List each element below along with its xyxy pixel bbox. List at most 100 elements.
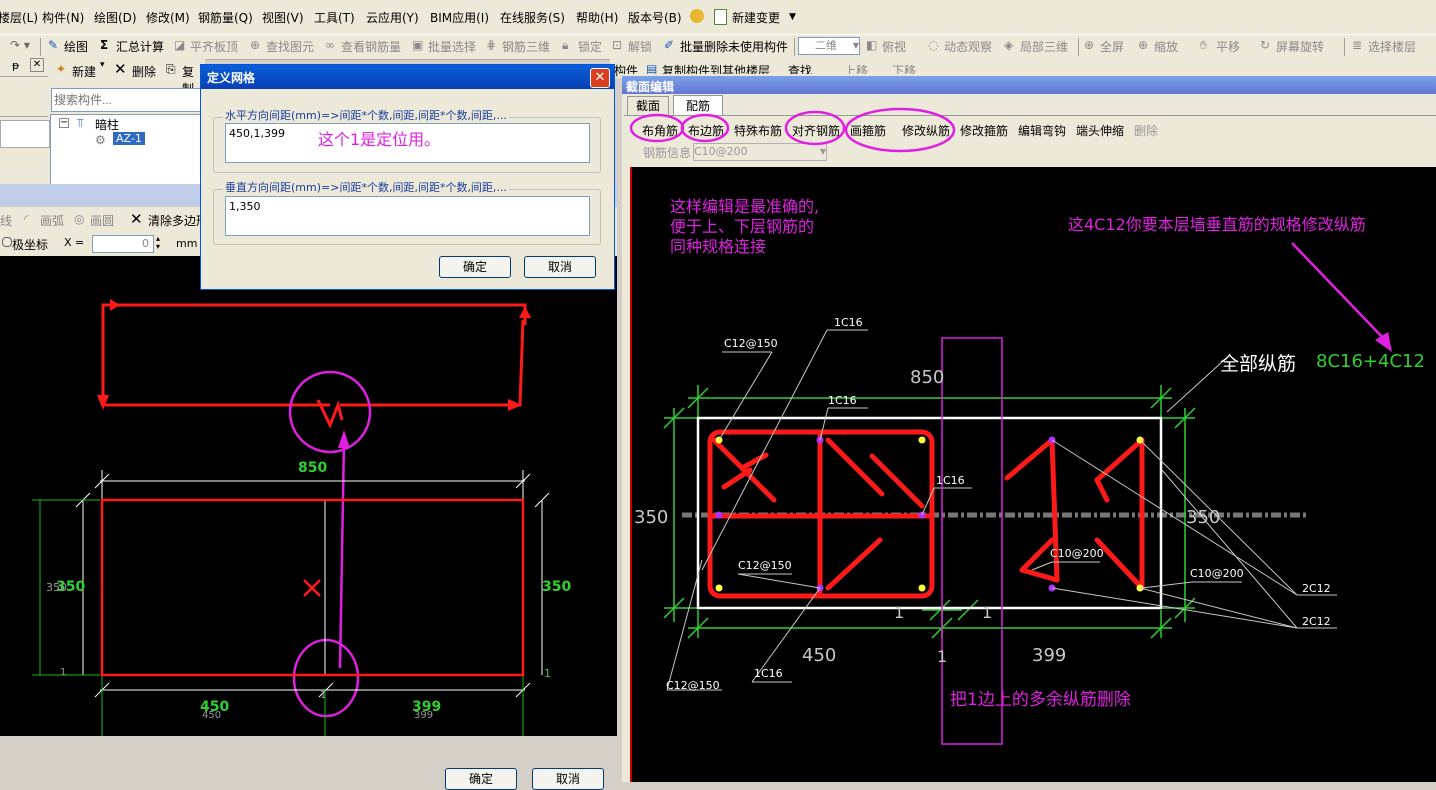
tree-item-az1[interactable]: AZ-1 <box>113 132 145 145</box>
toolbar-rebar-3d[interactable]: 钢筋三维 <box>502 38 550 55</box>
toolbar-draw[interactable]: 绘图 <box>64 38 88 55</box>
sec-dim-top: 850 <box>910 367 945 388</box>
lock-icon: 🔒︎ <box>562 38 569 52</box>
section-editor-titlebar: 截面编辑 <box>622 76 1436 94</box>
menu-new-change[interactable]: 新建变更 <box>732 9 780 26</box>
binoculars-icon: ⊕ <box>250 38 261 52</box>
label-1c16-a: 1C16 <box>834 316 863 329</box>
note-4c12: 这4C12你要本层墙垂直筋的规格修改纵筋 <box>1068 215 1366 234</box>
note-accurate-line3: 同种规格连接 <box>670 237 767 256</box>
menu-bar: 楼层(L) 构件(N) 绘图(D) 修改(M) 钢筋量(Q) 视图(V) 工具(… <box>0 0 1436 34</box>
dialog-cancel-button[interactable]: 取消 <box>524 256 596 278</box>
new-button[interactable]: 新建 <box>72 63 96 80</box>
plan-cancel-button[interactable]: 取消 <box>532 768 604 790</box>
batch-icon: ▣ <box>412 38 424 52</box>
toolbar-select-floor[interactable]: 选择楼层 <box>1368 38 1416 55</box>
full-rebar-label: 全部纵筋 <box>1220 353 1297 375</box>
full-rebar-value: 8C16+4C12 <box>1316 351 1425 372</box>
delete-button[interactable]: 删除 <box>132 63 156 80</box>
plan-canvas[interactable]: 850 350 350 350 450 450 399 399 1 1 1 <box>0 256 617 736</box>
polygon-path <box>101 303 527 429</box>
toolbar-local-3d[interactable]: 局部三维 <box>1020 38 1068 55</box>
tree-root[interactable]: 暗柱 <box>95 116 119 133</box>
toolbar-summary[interactable]: 汇总计算 <box>116 38 164 55</box>
plan-one-left: 1 <box>60 667 67 678</box>
tool-clear-polygon[interactable]: 清除多边形 <box>148 212 208 229</box>
circle-icon: ◎ <box>74 212 85 226</box>
menu-view[interactable]: 视图(V) <box>262 9 304 26</box>
toolbar: ↷ ▾ ✎ 绘图 Σ 汇总计算 ◪ 平齐板顶 ⊕ 查找图元 ∞ 查看钢筋量 ▣ … <box>0 34 1436 60</box>
label-1c16-bottom: 1C16 <box>754 667 783 680</box>
toolbar-top-view[interactable]: 俯视 <box>882 38 906 55</box>
gear-icon: ⚙ <box>95 133 106 147</box>
sec-dim-bottom-left: 450 <box>802 645 837 666</box>
label-c12-150-bottom: C12@150 <box>666 679 720 692</box>
collapse-icon[interactable]: − <box>59 118 69 128</box>
menu-draw[interactable]: 绘图(D) <box>94 9 137 26</box>
copy-icon: ⎘ <box>166 62 176 76</box>
toolbar-fullscreen[interactable]: 全屏 <box>1100 38 1124 55</box>
rotate-icon: ↻ <box>1260 38 1271 52</box>
v-spacing-field[interactable]: 1,350 <box>225 196 590 236</box>
search-input[interactable] <box>51 88 209 112</box>
chevron-down-icon[interactable]: ▼ <box>789 12 796 22</box>
polar-radio[interactable] <box>2 237 12 247</box>
toolbar-unlock[interactable]: 解锁 <box>628 38 652 55</box>
menu-version[interactable]: 版本号(B) <box>628 9 682 26</box>
close-icon[interactable]: ✕ <box>30 58 44 72</box>
toolbar-zoom[interactable]: 缩放 <box>1154 38 1178 55</box>
menu-rebar-quantity[interactable]: 钢筋量(Q) <box>198 9 253 26</box>
chevron-down-icon: ▼ <box>852 41 859 50</box>
btn-delete[interactable]: 删除 <box>1134 122 1158 139</box>
panel-list <box>0 120 50 148</box>
pin-icon[interactable]: ᵽ <box>12 59 19 72</box>
toolbar-batch-delete[interactable]: 批量删除未使用构件 <box>680 38 788 55</box>
toolbar-batch-select[interactable]: 批量选择 <box>428 38 476 55</box>
user-icon[interactable] <box>690 9 704 23</box>
plan-ok-button[interactable]: 确定 <box>445 768 517 790</box>
toolbar-dynamic-view[interactable]: 动态观察 <box>944 38 992 55</box>
menu-modify[interactable]: 修改(M) <box>146 9 190 26</box>
toolbar-flush-slab[interactable]: 平齐板顶 <box>190 38 238 55</box>
btn-edit-hook[interactable]: 编辑弯钩 <box>1018 122 1066 139</box>
btn-end-extend[interactable]: 端头伸缩 <box>1076 122 1124 139</box>
menu-tools[interactable]: 工具(T) <box>314 9 355 26</box>
button-highlights <box>629 107 956 153</box>
menu-component[interactable]: 构件(N) <box>42 9 84 26</box>
toolbar-rotate[interactable]: 屏幕旋转 <box>1276 38 1324 55</box>
tool-circle[interactable]: 画圆 <box>90 212 114 229</box>
menu-floor[interactable]: 楼层(L) <box>0 9 38 26</box>
origin-marker <box>303 579 321 597</box>
h-spacing-field[interactable]: 450,1,399 这个1是定位用。 <box>225 123 590 163</box>
menu-bim[interactable]: BIM应用(I) <box>430 9 489 26</box>
toolbar-find[interactable]: 查找图元 <box>266 38 314 55</box>
menu-online[interactable]: 在线服务(S) <box>500 9 565 26</box>
x-input[interactable]: 0 <box>92 235 154 253</box>
new-icon: ✦ <box>56 62 67 76</box>
fullscreen-icon: ⊕ <box>1084 38 1095 52</box>
component-tree: − ⫪ 暗柱 ⚙ AZ-1 <box>50 114 212 186</box>
dialog-ok-button[interactable]: 确定 <box>439 256 511 278</box>
redo-icon[interactable]: ↷ ▾ <box>10 38 30 52</box>
new-change-icon <box>714 9 727 25</box>
spin-icon[interactable]: ▴ ▾ <box>156 235 160 251</box>
grid-lines <box>32 499 524 736</box>
view-mode-select[interactable]: 二维 ▼ <box>798 37 860 55</box>
plan-dim-left-small: 350 <box>46 581 67 594</box>
tool-arc[interactable]: 画弧 <box>40 212 64 229</box>
menu-help[interactable]: 帮助(H) <box>576 9 618 26</box>
section-canvas[interactable]: 这样编辑是最准确的, 便于上、下层钢筋的 同种规格连接 这4C12你要本层墙垂直… <box>630 167 1436 782</box>
plan-dim-top: 850 <box>298 460 328 476</box>
tool-line[interactable]: 线 <box>0 212 12 229</box>
column-icon: ⫪ <box>77 116 84 130</box>
menu-cloud[interactable]: 云应用(Y) <box>366 9 419 26</box>
chevron-down-icon[interactable]: ▾ <box>100 60 105 70</box>
toolbar-lock[interactable]: 锁定 <box>578 38 602 55</box>
h-spacing-note: 这个1是定位用。 <box>318 130 441 149</box>
close-icon[interactable]: ✕ <box>590 68 610 88</box>
h-spacing-label: 水平方向间距(mm)=>间距*个数,间距,间距*个数,间距,... <box>223 107 509 123</box>
toolbar-pan[interactable]: 平移 <box>1216 38 1240 55</box>
label-c12-150-mid: C12@150 <box>738 559 792 572</box>
toolbar-view-rebar[interactable]: 查看钢筋量 <box>341 38 401 55</box>
delete-icon: ✕ <box>114 60 127 78</box>
